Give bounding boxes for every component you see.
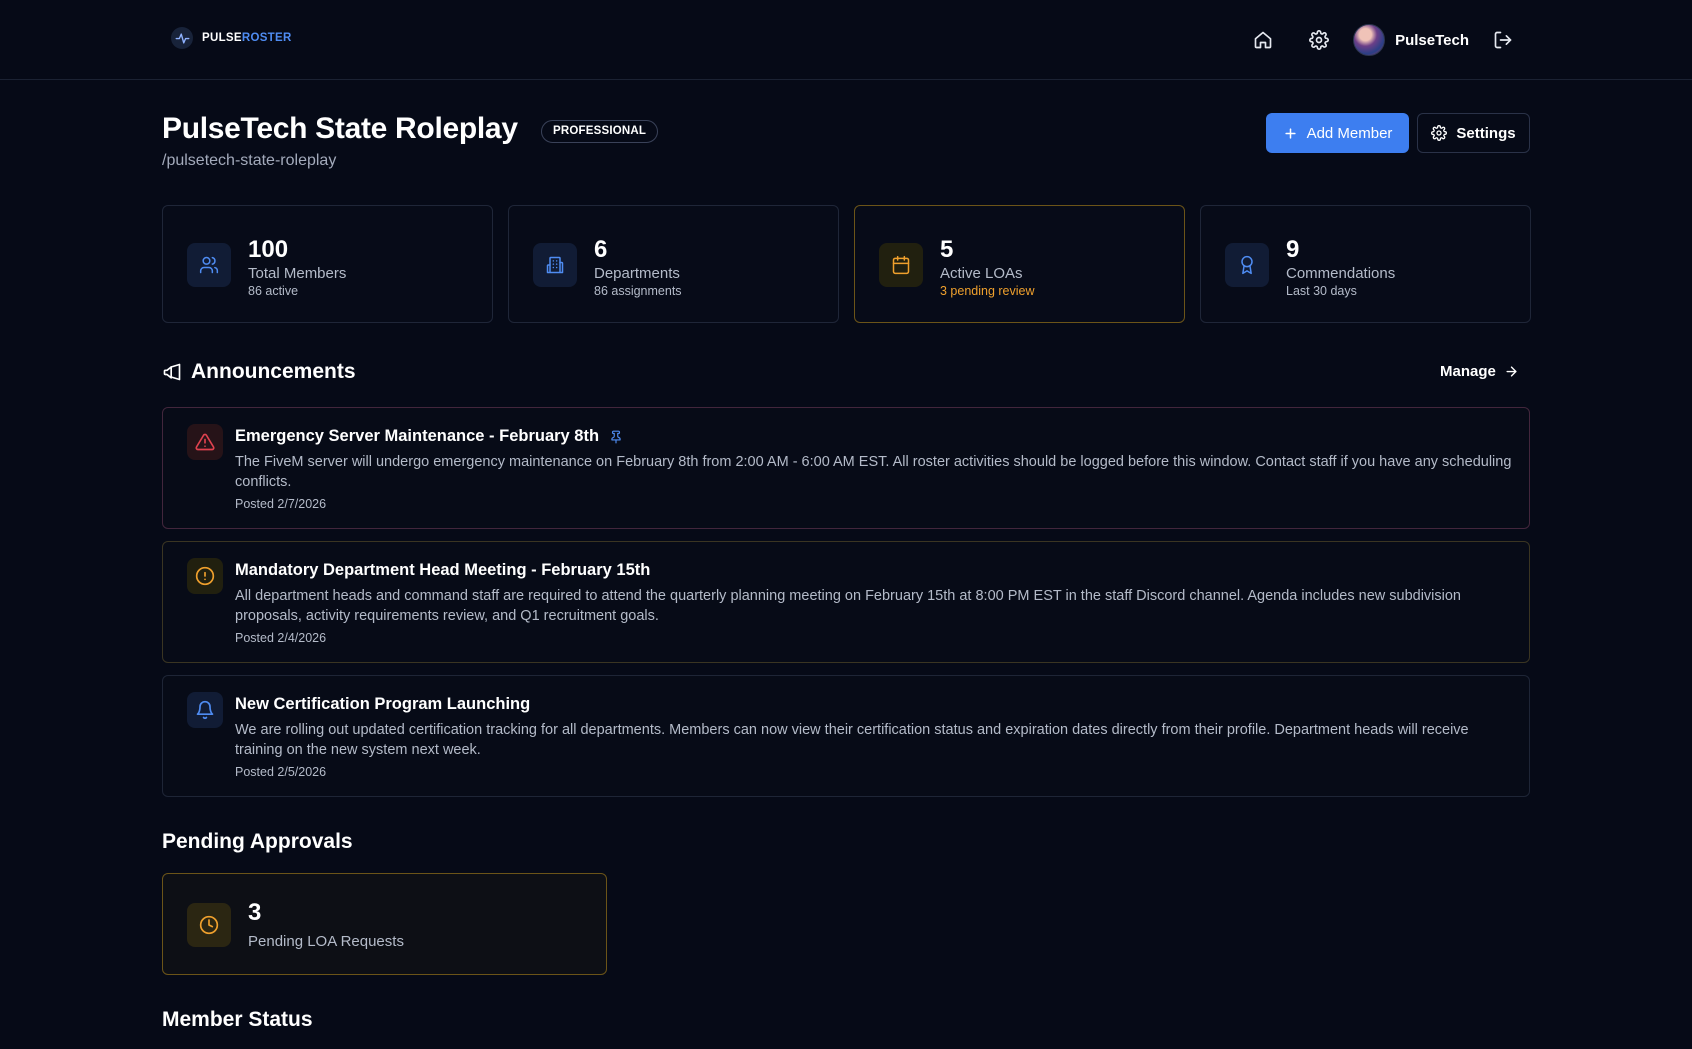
stat-card-departments[interactable]: 6 Departments 86 assignments — [508, 205, 839, 323]
avatar — [1353, 24, 1386, 56]
bell-icon — [187, 692, 223, 728]
announcements-header: Announcements — [162, 360, 356, 384]
announcement-body: The FiveM server will undergo emergency … — [235, 454, 1512, 490]
announcement-title-row: New Certification Program Launching — [235, 695, 530, 714]
announcement-title-row: Emergency Server Maintenance - February … — [235, 427, 623, 446]
calendar-icon — [879, 243, 923, 287]
user-menu[interactable]: PulseTech — [1353, 24, 1469, 56]
stat-subtext: 3 pending review — [940, 284, 1035, 298]
announcement-date: Posted 2/4/2026 — [235, 631, 327, 645]
pulse-logo-icon — [171, 27, 193, 49]
award-icon — [1225, 243, 1269, 287]
pin-icon — [611, 430, 621, 443]
announcement-date: Posted 2/7/2026 — [235, 497, 327, 511]
announcement-title: Mandatory Department Head Meeting - Febr… — [235, 561, 651, 579]
announcement-title: New Certification Program Launching — [235, 695, 531, 713]
stat-card-active-loas[interactable]: 5 Active LOAs 3 pending review — [854, 205, 1185, 323]
stat-label: Departments — [594, 265, 680, 282]
stat-subtext: Last 30 days — [1286, 284, 1357, 298]
users-icon — [187, 243, 231, 287]
announcement-title-row: Mandatory Department Head Meeting - Febr… — [235, 561, 650, 580]
stat-label: Active LOAs — [940, 265, 1023, 282]
arrow-right-icon — [1506, 366, 1517, 377]
announcements-title: Announcements — [191, 360, 356, 383]
user-name: PulseTech — [1395, 31, 1469, 49]
page-title: PulseTech State Roleplay — [162, 112, 518, 145]
manage-label: Manage — [1440, 363, 1496, 380]
gear-icon — [1431, 125, 1448, 141]
pending-loa-card[interactable]: 3 Pending LOA Requests — [162, 873, 607, 975]
pending-label: Pending LOA Requests — [248, 933, 404, 950]
add-member-label: Add Member — [1306, 124, 1393, 142]
clock-icon — [187, 903, 231, 947]
pending-approvals-title: Pending Approvals — [162, 830, 353, 853]
announcement-date: Posted 2/5/2026 — [235, 765, 327, 779]
brand-name: PULSEROSTER — [202, 32, 292, 44]
plan-badge: PROFESSIONAL — [541, 120, 659, 143]
announcement-title: Emergency Server Maintenance - February … — [235, 427, 600, 445]
stat-subtext: 86 active — [248, 284, 299, 298]
megaphone-icon — [163, 363, 181, 381]
top-nav: PULSEROSTER PulseTech — [0, 0, 1692, 80]
home-icon — [1254, 31, 1272, 49]
settings-label: Settings — [1456, 124, 1516, 142]
alert-triangle-icon — [187, 424, 223, 460]
stat-label: Commendations — [1286, 265, 1396, 282]
stat-value: 5 — [940, 236, 954, 263]
gear-icon — [1309, 30, 1329, 50]
member-status-title: Member Status — [162, 1008, 313, 1031]
announcement-body: We are rolling out updated certification… — [235, 722, 1469, 758]
stat-value: 9 — [1286, 236, 1300, 263]
logout-button[interactable] — [1483, 20, 1523, 60]
stat-subtext: 86 assignments — [594, 284, 682, 298]
nav-actions: PulseTech — [1243, 20, 1523, 60]
stat-value: 6 — [594, 236, 608, 263]
community-slug: /pulsetech-state-roleplay — [162, 152, 337, 169]
stat-label: Total Members — [248, 265, 347, 282]
manage-announcements-link[interactable]: Manage — [1440, 363, 1519, 380]
settings-nav-button[interactable] — [1299, 20, 1339, 60]
stat-card-total-members[interactable]: 100 Total Members 86 active — [162, 205, 493, 323]
home-button[interactable] — [1243, 20, 1283, 60]
brand-logo[interactable]: PULSEROSTER — [171, 27, 292, 49]
alert-circle-icon — [187, 558, 223, 594]
announcement-card[interactable]: New Certification Program Launching We a… — [162, 675, 1530, 797]
announcement-card[interactable]: Mandatory Department Head Meeting - Febr… — [162, 541, 1530, 663]
building-icon — [533, 243, 577, 287]
stat-card-commendations[interactable]: 9 Commendations Last 30 days — [1200, 205, 1531, 323]
add-member-button[interactable]: Add Member — [1266, 113, 1409, 153]
plus-icon — [1284, 127, 1296, 139]
pending-count: 3 — [248, 899, 262, 926]
stat-value: 100 — [248, 236, 289, 263]
announcement-body: All department heads and command staff a… — [235, 588, 1461, 624]
settings-button[interactable]: Settings — [1417, 113, 1530, 153]
announcement-card[interactable]: Emergency Server Maintenance - February … — [162, 407, 1530, 529]
logout-icon — [1494, 31, 1512, 49]
